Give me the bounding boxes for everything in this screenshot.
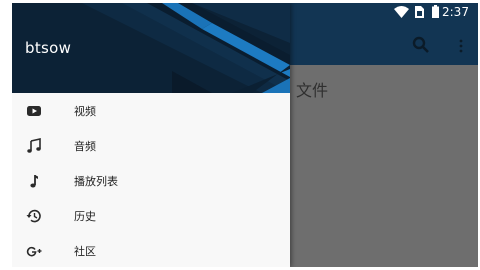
menu-item-video[interactable]: 视频 <box>12 93 290 128</box>
google-plus-icon <box>26 246 42 257</box>
battery-icon <box>432 5 439 18</box>
menu-item-history[interactable]: 历史 <box>12 198 290 233</box>
drawer-menu: 视频 音频 播放列表 历史 社区 <box>12 93 290 267</box>
menu-item-label: 视频 <box>74 105 96 118</box>
search-icon[interactable] <box>412 36 430 54</box>
menu-item-label: 社区 <box>74 245 96 258</box>
menu-item-label: 历史 <box>74 210 96 223</box>
status-time: 2:37 <box>442 5 469 19</box>
menu-item-community[interactable]: 社区 <box>12 233 290 267</box>
background-page-title: 文件 <box>296 81 329 100</box>
menu-item-playlist[interactable]: 播放列表 <box>12 163 290 198</box>
app-name: btsow <box>25 39 72 57</box>
phone-screen: 文件 2:37 btsow 视频 音频 播放列表 历史 社区 <box>12 3 478 267</box>
sim-card-icon <box>415 6 424 18</box>
menu-item-audio[interactable]: 音频 <box>12 128 290 163</box>
wifi-icon <box>394 6 409 18</box>
music-note-icon <box>30 175 38 188</box>
history-icon <box>26 209 41 223</box>
menu-item-label: 音频 <box>74 140 96 153</box>
music-notes-icon <box>27 138 41 153</box>
youtube-icon <box>27 106 41 116</box>
navigation-drawer: btsow 视频 音频 播放列表 历史 社区 <box>12 3 290 267</box>
more-vert-icon[interactable] <box>458 38 464 54</box>
menu-item-label: 播放列表 <box>74 175 118 188</box>
drawer-header: btsow <box>12 3 290 93</box>
